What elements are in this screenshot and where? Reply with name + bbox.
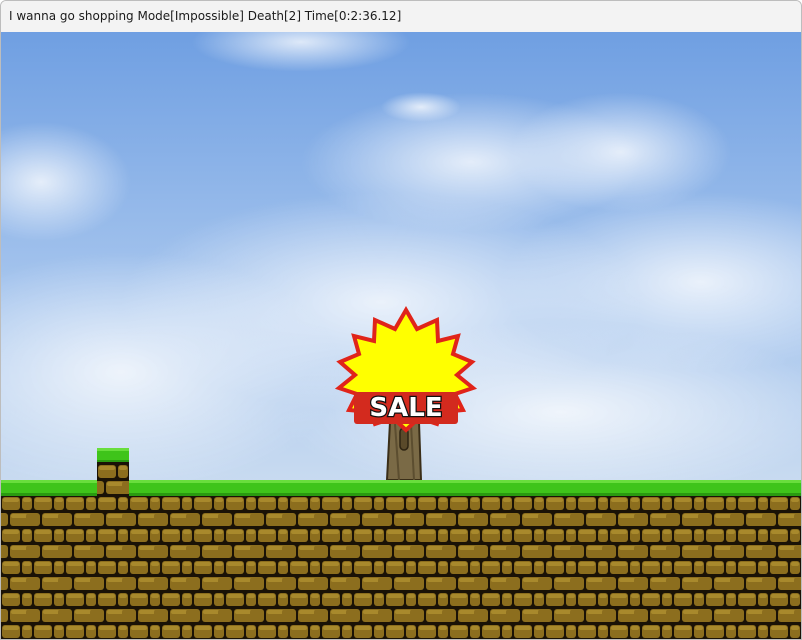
raised-block (97, 448, 129, 496)
window-title: I wanna go shopping Mode[Impossible] Dea… (9, 9, 402, 23)
sale-text: SALE (369, 393, 442, 423)
game-window: I wanna go shopping Mode[Impossible] Dea… (0, 0, 802, 640)
ground-bricks (1, 496, 801, 639)
game-viewport[interactable]: SALE (1, 32, 801, 639)
game-scene: SALE (1, 32, 801, 639)
title-bar: I wanna go shopping Mode[Impossible] Dea… (1, 1, 801, 32)
